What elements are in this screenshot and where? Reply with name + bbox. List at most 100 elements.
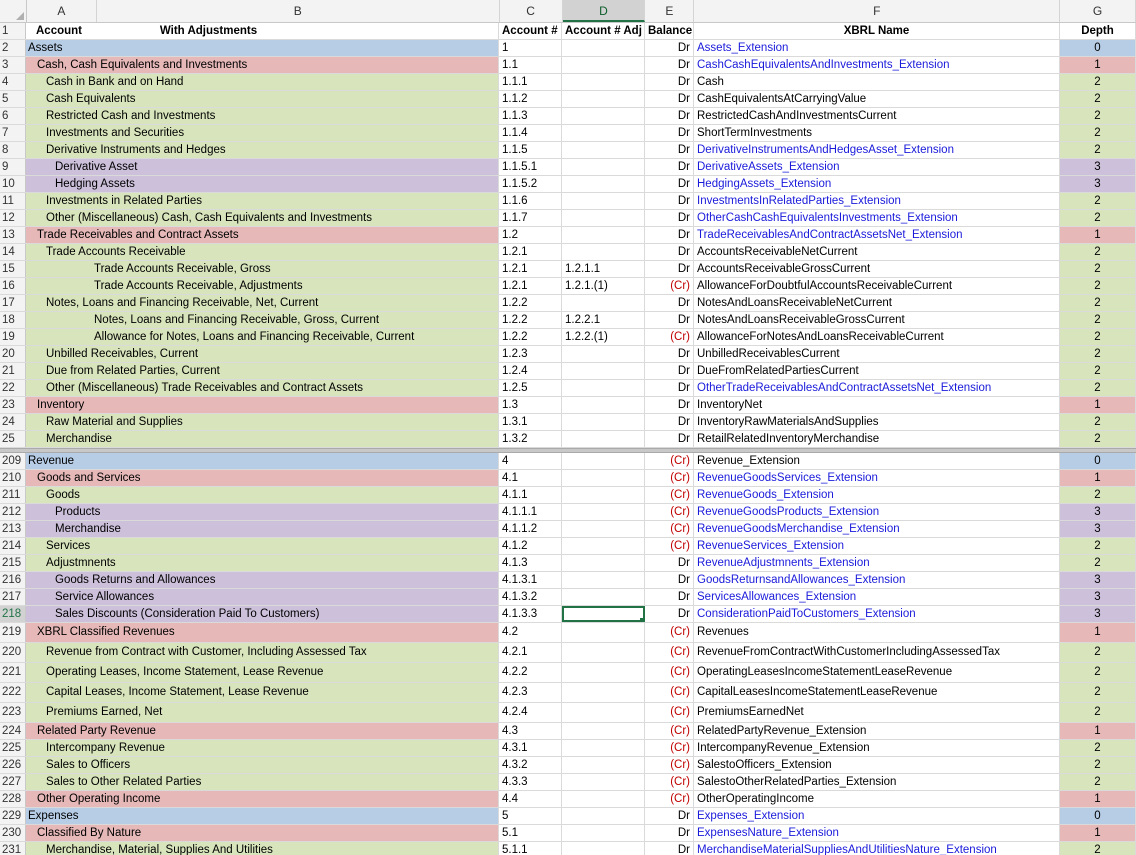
account-number[interactable]: 4.1.1 [499,487,562,503]
account-number-adj[interactable]: 1.2.2.(1) [562,329,645,345]
account-number-adj[interactable] [562,453,645,469]
account-number-adj[interactable] [562,74,645,90]
account-label[interactable]: Derivative Asset [26,159,499,175]
account-number-adj[interactable] [562,791,645,807]
account-label[interactable]: Sales Discounts (Consideration Paid To C… [26,606,499,622]
xbrl-name[interactable]: RevenueServices_Extension [694,538,1060,554]
account-number[interactable]: 1.3.1 [499,414,562,430]
account-number-adj[interactable] [562,663,645,682]
account-number-adj[interactable] [562,295,645,311]
depth[interactable]: 2 [1060,487,1136,503]
balance[interactable]: Dr [645,380,694,396]
depth[interactable]: 2 [1060,244,1136,260]
depth[interactable]: 2 [1060,774,1136,790]
row-number[interactable]: 19 [0,329,26,345]
account-number-adj[interactable] [562,683,645,702]
header-depth[interactable]: Depth [1060,23,1136,39]
xbrl-name[interactable]: InvestmentsInRelatedParties_Extension [694,193,1060,209]
xbrl-name[interactable]: NotesAndLoansReceivableGrossCurrent [694,312,1060,328]
column-header-f[interactable]: F [694,0,1061,22]
account-label[interactable]: Goods [26,487,499,503]
account-number-adj[interactable] [562,487,645,503]
balance[interactable]: Dr [645,210,694,226]
row-number[interactable]: 24 [0,414,26,430]
xbrl-name[interactable]: AllowanceForNotesAndLoansReceivableCurre… [694,329,1060,345]
account-number[interactable]: 1.1.1 [499,74,562,90]
depth[interactable]: 2 [1060,643,1136,662]
account-label[interactable]: Sales to Officers [26,757,499,773]
account-number-adj[interactable] [562,244,645,260]
balance[interactable]: Dr [645,244,694,260]
account-number-adj[interactable] [562,380,645,396]
balance[interactable]: Dr [645,589,694,605]
balance[interactable]: (Cr) [645,278,694,294]
account-number[interactable]: 4 [499,453,562,469]
xbrl-name[interactable]: RevenueFromContractWithCustomerIncluding… [694,643,1060,662]
account-number-adj[interactable] [562,142,645,158]
xbrl-name[interactable]: RestrictedCashAndInvestmentsCurrent [694,108,1060,124]
xbrl-name[interactable]: NotesAndLoansReceivableNetCurrent [694,295,1060,311]
depth[interactable]: 0 [1060,453,1136,469]
depth[interactable]: 2 [1060,842,1136,855]
xbrl-name[interactable]: SalestoOfficers_Extension [694,757,1060,773]
balance[interactable]: Dr [645,555,694,571]
spreadsheet[interactable]: ABCDEFG 1 Account With Adjustments Account … [0,0,1136,855]
account-number[interactable]: 4.1.3.3 [499,606,562,622]
account-number[interactable]: 1.1.6 [499,193,562,209]
depth[interactable]: 2 [1060,431,1136,447]
account-number[interactable]: 4.1.3.2 [499,589,562,605]
depth[interactable]: 1 [1060,791,1136,807]
xbrl-name[interactable]: HedgingAssets_Extension [694,176,1060,192]
balance[interactable]: (Cr) [645,703,694,722]
account-number[interactable]: 4.4 [499,791,562,807]
depth[interactable]: 2 [1060,683,1136,702]
account-number-adj[interactable] [562,825,645,841]
xbrl-name[interactable]: SalestoOtherRelatedParties_Extension [694,774,1060,790]
balance[interactable]: (Cr) [645,329,694,345]
account-label[interactable]: Revenue from Contract with Customer, Inc… [26,643,499,662]
xbrl-name[interactable]: AccountsReceivableNetCurrent [694,244,1060,260]
balance[interactable]: (Cr) [645,643,694,662]
account-number[interactable]: 4.1.1.2 [499,521,562,537]
row-number[interactable]: 216 [0,572,26,588]
account-label[interactable]: Premiums Earned, Net [26,703,499,722]
account-number-adj[interactable] [562,623,645,642]
account-number-adj[interactable] [562,108,645,124]
balance[interactable]: (Cr) [645,538,694,554]
balance[interactable]: Dr [645,808,694,824]
account-label[interactable]: Trade Accounts Receivable, Adjustments [26,278,499,294]
balance[interactable]: Dr [645,227,694,243]
account-number-adj[interactable] [562,774,645,790]
balance[interactable]: (Cr) [645,453,694,469]
depth[interactable]: 2 [1060,74,1136,90]
account-number-adj[interactable] [562,470,645,486]
cell-grid[interactable]: 1 Account With Adjustments Account # Account… [0,23,1136,855]
xbrl-name[interactable]: IntercompanyRevenue_Extension [694,740,1060,756]
account-label[interactable]: Notes, Loans and Financing Receivable, G… [26,312,499,328]
account-label[interactable]: Merchandise, Material, Supplies And Util… [26,842,499,855]
depth[interactable]: 2 [1060,261,1136,277]
header-account[interactable]: Account [26,23,96,39]
account-number[interactable]: 1.1 [499,57,562,73]
row-number[interactable]: 210 [0,470,26,486]
account-number[interactable]: 4.1.2 [499,538,562,554]
account-label[interactable]: Goods and Services [26,470,499,486]
column-header-c[interactable]: C [500,0,563,22]
account-number[interactable]: 1.1.5.2 [499,176,562,192]
column-header-d[interactable]: D [562,0,646,22]
account-label[interactable]: Products [26,504,499,520]
account-number-adj[interactable] [562,521,645,537]
row-number[interactable]: 211 [0,487,26,503]
row-number[interactable]: 228 [0,791,26,807]
balance[interactable]: Dr [645,363,694,379]
depth[interactable]: 2 [1060,210,1136,226]
row-number[interactable]: 1 [0,23,26,39]
row-number[interactable]: 15 [0,261,26,277]
account-label[interactable]: Merchandise [26,431,499,447]
row-number[interactable]: 213 [0,521,26,537]
account-label[interactable]: Derivative Instruments and Hedges [26,142,499,158]
header-account-number-adj[interactable]: Account # Adj [562,23,645,39]
row-number[interactable]: 218 [0,606,26,622]
account-number-adj[interactable] [562,363,645,379]
row-number[interactable]: 224 [0,723,26,739]
